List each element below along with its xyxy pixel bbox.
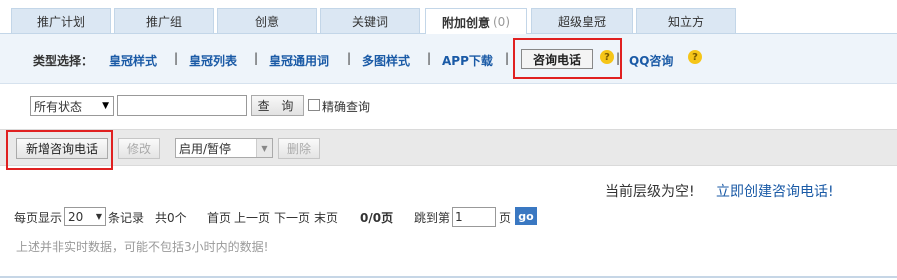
highlight-box bbox=[513, 38, 622, 79]
tab-promotion-group[interactable]: 推广组 bbox=[114, 8, 214, 33]
dropdown-arrow-icon: ▼ bbox=[102, 101, 109, 111]
tab-creative[interactable]: 创意 bbox=[217, 8, 317, 33]
type-selector-bar: 类型选择： 皇冠样式 | 皇冠列表 | 皇冠通用词 | 多图样式 | APP下载… bbox=[0, 34, 897, 84]
type-crown-list[interactable]: 皇冠列表 bbox=[189, 52, 237, 69]
per-page-select[interactable]: 20 ▼ bbox=[64, 207, 106, 226]
separator: | bbox=[347, 51, 352, 65]
last-page-link[interactable]: 末页 bbox=[314, 209, 338, 226]
jump-prefix: 跳到第 bbox=[414, 211, 451, 225]
bottom-divider bbox=[0, 276, 897, 278]
create-consult-phone-link[interactable]: 立即创建咨询电话! bbox=[716, 181, 834, 201]
exact-search-checkbox[interactable] bbox=[308, 99, 320, 111]
type-qq-consult[interactable]: QQ咨询 bbox=[629, 52, 673, 69]
delete-button[interactable]: 删除 bbox=[278, 138, 320, 159]
tab-label: 附加创意 bbox=[441, 15, 490, 30]
status-select[interactable]: 所有状态 ▼ bbox=[30, 96, 114, 116]
type-selector-label: 类型选择： bbox=[33, 54, 94, 68]
tab-label: 超级皇冠 bbox=[557, 14, 606, 29]
page-info: 0/0页 bbox=[360, 211, 394, 225]
tab-promotion-plan[interactable]: 推广计划 bbox=[11, 8, 111, 33]
edit-button[interactable]: 修改 bbox=[118, 138, 160, 159]
per-page-suffix: 条记录 bbox=[108, 211, 145, 225]
total-count: 共0个 bbox=[155, 211, 187, 225]
status-select-value: 所有状态 bbox=[34, 99, 83, 114]
type-crown-style[interactable]: 皇冠样式 bbox=[109, 52, 157, 69]
type-crown-common-words[interactable]: 皇冠通用词 bbox=[269, 52, 329, 69]
data-note: 上述并非实时数据，可能不包括3小时内的数据! bbox=[16, 240, 269, 254]
search-button[interactable]: 查 询 bbox=[251, 95, 304, 116]
tab-label: 推广组 bbox=[145, 14, 182, 29]
go-button[interactable]: go bbox=[515, 207, 537, 225]
tab-count: (0) bbox=[493, 15, 510, 29]
jump-suffix: 页 bbox=[499, 211, 512, 225]
tab-zhilifang[interactable]: 知立方 bbox=[636, 8, 736, 33]
empty-state-message: 当前层级为空! bbox=[605, 184, 695, 200]
separator: | bbox=[427, 51, 432, 65]
tab-keyword[interactable]: 关键词 bbox=[320, 8, 420, 33]
enable-pause-value: 启用/暂停 bbox=[179, 141, 232, 156]
dropdown-arrow-icon: ▼ bbox=[95, 212, 102, 221]
tab-label: 关键词 bbox=[351, 14, 388, 29]
type-multi-image-style[interactable]: 多图样式 bbox=[362, 52, 410, 69]
tab-extra-creative[interactable]: 附加创意 (0) bbox=[425, 8, 527, 35]
search-input[interactable] bbox=[117, 95, 247, 116]
exact-search-label: 精确查询 bbox=[322, 100, 371, 114]
next-page-link[interactable]: 下一页 bbox=[274, 209, 310, 226]
jump-page-input[interactable]: 1 bbox=[452, 207, 496, 227]
enable-pause-select[interactable]: 启用/暂停 ▼ bbox=[175, 138, 273, 158]
per-page-value: 20 bbox=[68, 209, 84, 224]
prev-page-link[interactable]: 上一页 bbox=[234, 209, 270, 226]
separator: | bbox=[505, 51, 510, 65]
separator: | bbox=[254, 51, 259, 65]
tab-label: 知立方 bbox=[667, 14, 704, 29]
first-page-link[interactable]: 首页 bbox=[207, 209, 231, 226]
type-app-download[interactable]: APP下载 bbox=[442, 52, 493, 69]
dropdown-arrow-icon: ▼ bbox=[256, 139, 272, 157]
per-page-prefix: 每页显示 bbox=[14, 211, 63, 225]
tab-label: 创意 bbox=[254, 14, 279, 29]
tab-label: 推广计划 bbox=[36, 14, 85, 29]
help-icon[interactable]: ? bbox=[688, 50, 702, 64]
highlight-box bbox=[6, 130, 113, 170]
separator: | bbox=[174, 51, 179, 65]
tab-super-crown[interactable]: 超级皇冠 bbox=[531, 8, 633, 33]
